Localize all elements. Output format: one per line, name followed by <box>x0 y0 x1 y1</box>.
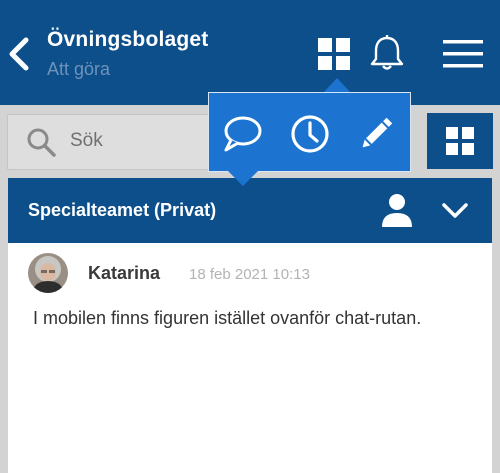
grid-icon[interactable] <box>318 38 350 70</box>
popup-pointer <box>323 78 351 93</box>
bell-icon[interactable] <box>367 33 407 73</box>
search-icon <box>27 128 56 157</box>
message-author: Katarina <box>88 263 161 283</box>
view-grid-button[interactable] <box>427 113 493 169</box>
chat-header[interactable]: Specialteamet (Privat) <box>8 178 492 243</box>
chat-panel: Specialteamet (Privat) Katarina 18 feb 2… <box>8 178 492 473</box>
chat-title: Specialteamet (Privat) <box>28 200 217 220</box>
page-title: Övningsbolaget <box>47 28 209 51</box>
chat-icon[interactable] <box>221 113 263 155</box>
pencil-icon[interactable] <box>355 113 397 155</box>
popup-pointer <box>228 171 258 186</box>
clock-icon[interactable] <box>289 113 331 155</box>
chevron-down-icon[interactable] <box>441 202 469 220</box>
search-placeholder: Sök <box>70 130 103 151</box>
message-text: I mobilen finns figuren istället ovanför… <box>33 308 422 328</box>
avatar <box>28 253 68 293</box>
action-popup <box>208 92 411 172</box>
message-timestamp: 18 feb 2021 10:13 <box>189 266 310 283</box>
chevron-left-icon[interactable] <box>6 36 32 72</box>
top-bar: Övningsbolaget Att göra <box>0 0 500 105</box>
menu-icon[interactable] <box>443 40 483 68</box>
page-subtitle: Att göra <box>47 59 111 79</box>
grid-icon <box>446 127 474 155</box>
person-icon[interactable] <box>381 193 413 227</box>
